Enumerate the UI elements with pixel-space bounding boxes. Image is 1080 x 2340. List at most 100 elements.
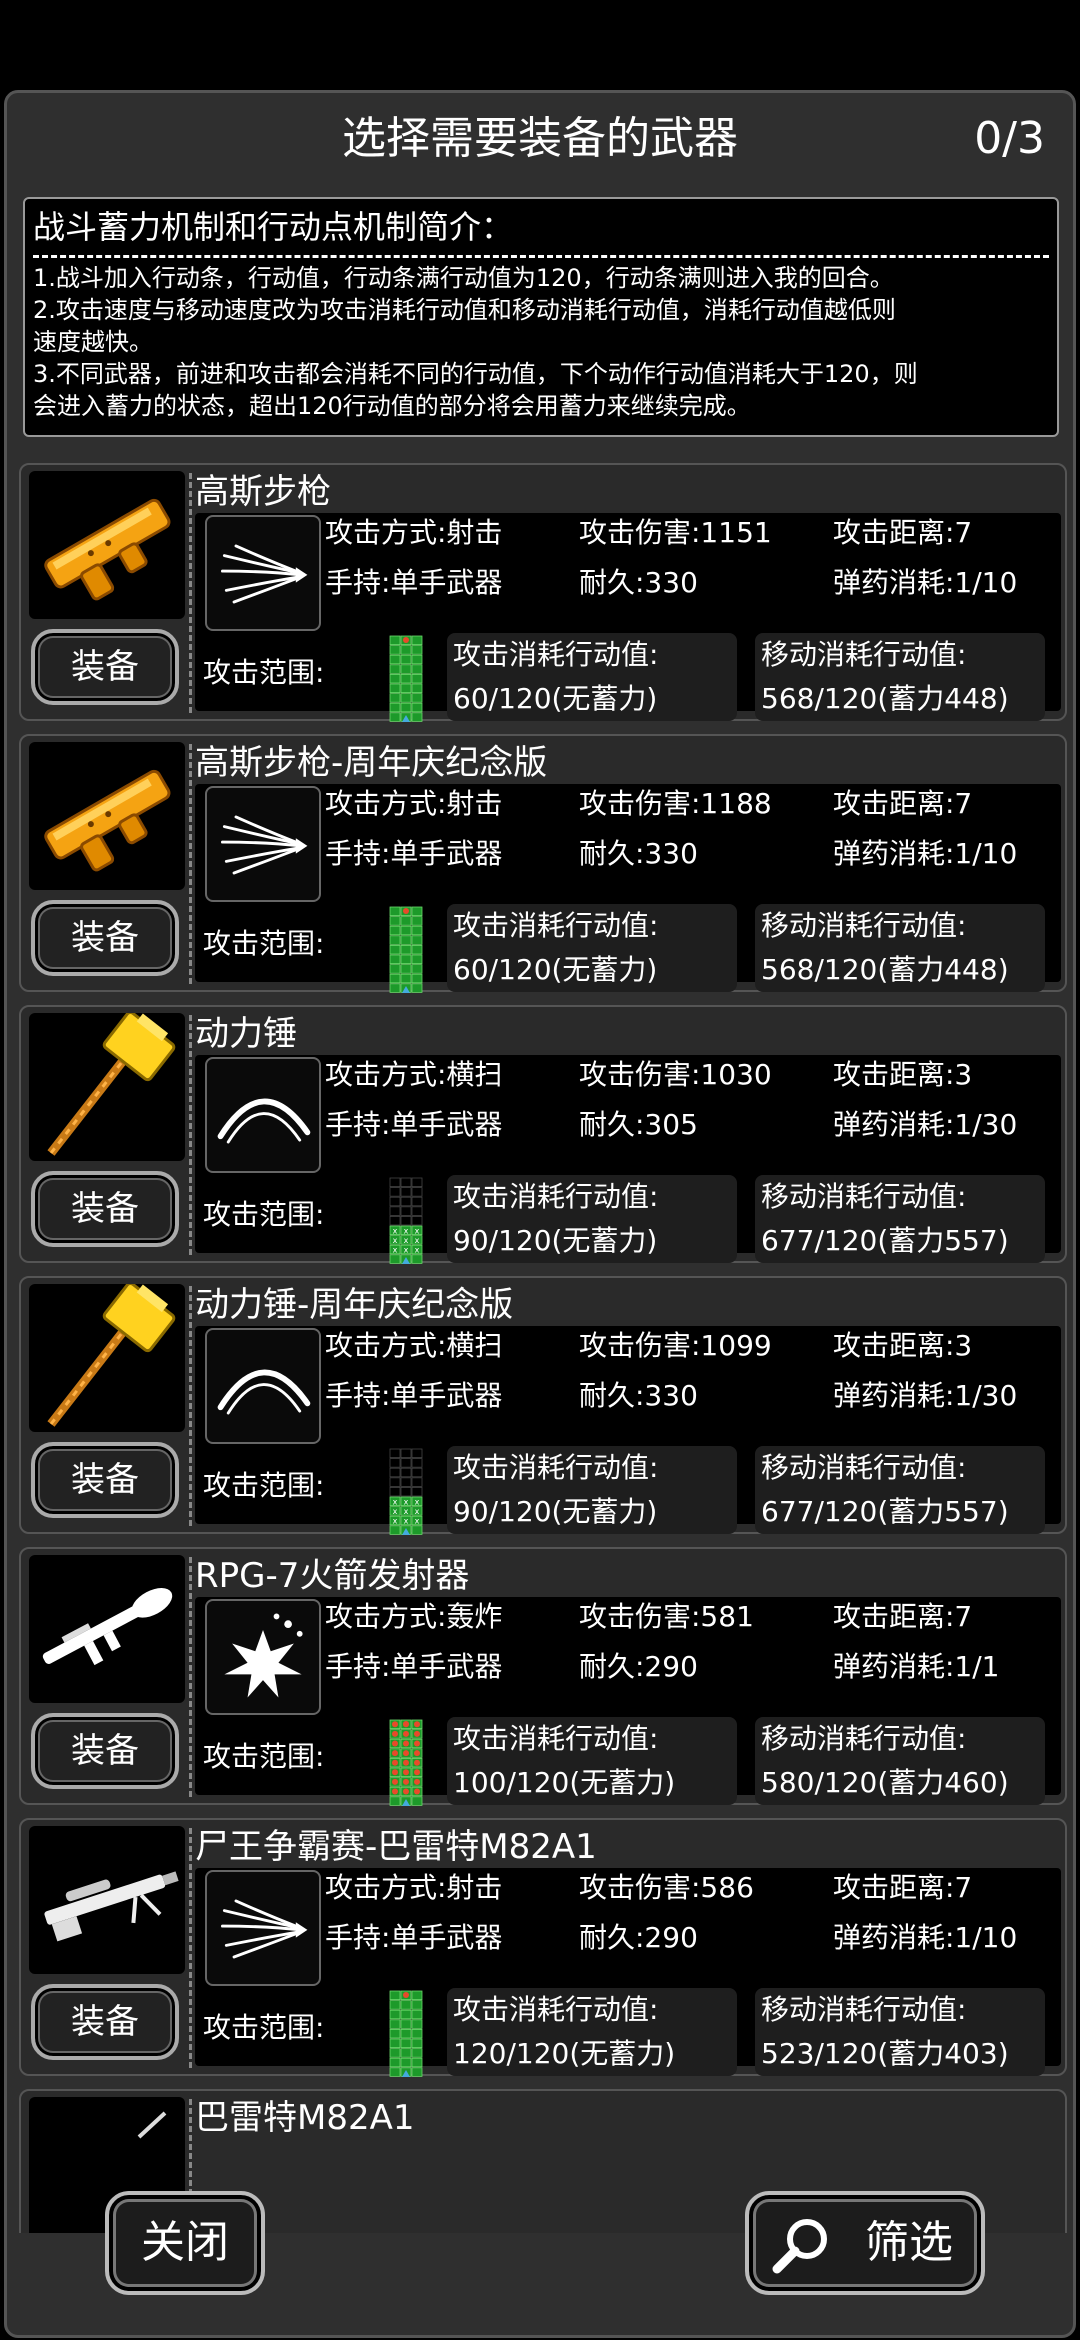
weapon-select-panel: 选择需要装备的武器 0/3 战斗蓄力机制和行动点机制简介： 1.战斗加入行动条，… bbox=[4, 90, 1076, 2338]
svg-text:x: x bbox=[415, 1236, 420, 1245]
weapon-left-col: 装备 bbox=[27, 1281, 187, 1524]
weapon-card[interactable]: 装备 动力锤 攻击方式:横扫 攻击伤害:1030 攻击距离:3 手持:单手武器 … bbox=[19, 1005, 1067, 1264]
weapon-name: 动力锤 bbox=[195, 1014, 297, 1054]
weapon-name: 动力锤-周年庆纪念版 bbox=[195, 1285, 514, 1325]
move-cost-value: 677/120(蓄力557) bbox=[761, 1495, 1009, 1528]
svg-text:x: x bbox=[415, 1227, 420, 1236]
svg-text:x: x bbox=[393, 1236, 398, 1245]
ammo-cost: 弹药消耗:1/10 bbox=[833, 1921, 1018, 1954]
weapon-name: 巴雷特M82A1 bbox=[195, 2098, 415, 2138]
durability: 耐久:290 bbox=[579, 1921, 698, 1954]
card-divider bbox=[189, 744, 192, 984]
attack-cost-value: 60/120(无蓄力) bbox=[453, 953, 658, 986]
attack-damage: 攻击伤害:586 bbox=[579, 1871, 754, 1904]
weapon-card[interactable]: 装备 动力锤-周年庆纪念版 攻击方式:横扫 攻击伤害:1099 攻击距离:3 手… bbox=[19, 1276, 1067, 1536]
attack-cost-label: 攻击消耗行动值: bbox=[453, 1722, 659, 1755]
weapon-image bbox=[29, 1281, 185, 1432]
weapon-list[interactable]: 装备 高斯步枪 攻击方式:射击 攻击伤害:1151 攻击距离:7 手持:单手武器… bbox=[7, 463, 1073, 2233]
svg-text:x: x bbox=[404, 1507, 409, 1516]
weapon-name: RPG-7火箭发射器 bbox=[195, 1556, 470, 1596]
attack-mode: 攻击方式:轰炸 bbox=[325, 1600, 503, 1633]
weapon-stats: 攻击方式:轰炸 攻击伤害:581 攻击距离:7 手持:单手武器 耐久:290 弹… bbox=[195, 1597, 1061, 1806]
svg-text:x: x bbox=[404, 1227, 409, 1236]
equip-button[interactable]: 装备 bbox=[31, 1171, 179, 1247]
equip-button[interactable]: 装备 bbox=[31, 900, 179, 976]
card-divider bbox=[189, 1828, 192, 2068]
attack-damage: 攻击伤害:1188 bbox=[579, 787, 772, 820]
weapon-image bbox=[29, 1826, 185, 1974]
attack-range-label: 攻击范围: bbox=[203, 2011, 325, 2044]
move-cost-value: 568/120(蓄力448) bbox=[761, 682, 1009, 715]
attack-type-icon bbox=[205, 1057, 321, 1173]
weapon-image bbox=[29, 1010, 185, 1161]
weapon-card[interactable]: 装备 高斯步枪-周年庆纪念版 攻击方式:射击 攻击伤害:1188 攻击距离:7 … bbox=[19, 734, 1067, 993]
filter-button[interactable]: 筛选 bbox=[745, 2191, 985, 2295]
move-cost-box: 移动消耗行动值: 568/120(蓄力448) bbox=[755, 904, 1045, 992]
svg-text:x: x bbox=[415, 1498, 420, 1507]
mechanic-intro-box: 战斗蓄力机制和行动点机制简介： 1.战斗加入行动条，行动值，行动条满行动值为12… bbox=[23, 197, 1059, 437]
move-cost-box: 移动消耗行动值: 677/120(蓄力557) bbox=[755, 1175, 1045, 1263]
move-cost-label: 移动消耗行动值: bbox=[761, 1722, 967, 1755]
attack-cost-box: 攻击消耗行动值: 90/120(无蓄力) bbox=[447, 1446, 737, 1534]
durability: 耐久:330 bbox=[579, 566, 698, 599]
weapon-stats: 攻击方式:射击 攻击伤害:586 攻击距离:7 手持:单手武器 耐久:290 弹… bbox=[195, 1868, 1061, 2077]
attack-distance: 攻击距离:3 bbox=[833, 1329, 973, 1362]
move-cost-value: 580/120(蓄力460) bbox=[761, 1766, 1009, 1799]
attack-range-grid bbox=[389, 1990, 423, 2078]
attack-range-label: 攻击范围: bbox=[203, 927, 325, 960]
equip-button[interactable]: 装备 bbox=[31, 1984, 179, 2060]
attack-range-grid: xxxxxxxxx bbox=[389, 1448, 423, 1536]
attack-type-icon bbox=[205, 786, 321, 902]
attack-damage: 攻击伤害:1099 bbox=[579, 1329, 772, 1362]
search-icon bbox=[772, 2219, 827, 2274]
attack-cost-box: 攻击消耗行动值: 60/120(无蓄力) bbox=[447, 633, 737, 721]
close-button[interactable]: 关闭 bbox=[105, 2191, 265, 2295]
hold-type: 手持:单手武器 bbox=[325, 1108, 503, 1141]
equip-button[interactable]: 装备 bbox=[31, 1442, 179, 1518]
svg-text:x: x bbox=[404, 1236, 409, 1245]
hold-type: 手持:单手武器 bbox=[325, 566, 503, 599]
equip-counter: 0/3 bbox=[974, 113, 1045, 164]
durability: 耐久:330 bbox=[579, 1379, 698, 1412]
weapon-card[interactable]: 装备 RPG-7火箭发射器 攻击方式:轰炸 攻击伤害:581 攻击距离:7 手持… bbox=[19, 1547, 1067, 1806]
attack-mode: 攻击方式:横扫 bbox=[325, 1058, 503, 1091]
svg-text:x: x bbox=[404, 1498, 409, 1507]
intro-line: 3.不同武器，前进和攻击都会消耗不同的行动值，下个动作行动值消耗大于120，则 bbox=[33, 360, 918, 388]
weapon-stats: 攻击方式:射击 攻击伤害:1151 攻击距离:7 手持:单手武器 耐久:330 … bbox=[195, 513, 1061, 722]
intro-line: 2.攻击速度与移动速度改为攻击消耗行动值和移动消耗行动值，消耗行动值越低则 bbox=[33, 296, 896, 324]
attack-mode: 攻击方式:射击 bbox=[325, 1871, 503, 1904]
weapon-card[interactable]: 装备 高斯步枪 攻击方式:射击 攻击伤害:1151 攻击距离:7 手持:单手武器… bbox=[19, 463, 1067, 722]
attack-cost-box: 攻击消耗行动值: 60/120(无蓄力) bbox=[447, 904, 737, 992]
attack-range-label: 攻击范围: bbox=[203, 1740, 325, 1773]
attack-distance: 攻击距离:7 bbox=[833, 516, 973, 549]
attack-cost-label: 攻击消耗行动值: bbox=[453, 1451, 659, 1484]
attack-damage: 攻击伤害:1151 bbox=[579, 516, 772, 549]
weapon-name: 高斯步枪 bbox=[195, 472, 331, 512]
svg-text:x: x bbox=[393, 1498, 398, 1507]
ammo-cost: 弹药消耗:1/30 bbox=[833, 1379, 1018, 1412]
weapon-image bbox=[29, 471, 185, 619]
attack-distance: 攻击距离:7 bbox=[833, 787, 973, 820]
equip-button[interactable]: 装备 bbox=[31, 1713, 179, 1789]
attack-mode: 攻击方式:射击 bbox=[325, 516, 503, 549]
move-cost-value: 568/120(蓄力448) bbox=[761, 953, 1009, 986]
move-cost-box: 移动消耗行动值: 580/120(蓄力460) bbox=[755, 1717, 1045, 1805]
attack-damage: 攻击伤害:581 bbox=[579, 1600, 754, 1633]
attack-type-icon bbox=[205, 1328, 321, 1444]
weapon-card[interactable]: 装备 尸王争霸赛-巴雷特M82A1 攻击方式:射击 攻击伤害:586 攻击距离:… bbox=[19, 1818, 1067, 2077]
weapon-name: 尸王争霸赛-巴雷特M82A1 bbox=[195, 1827, 597, 1867]
weapon-name: 高斯步枪-周年庆纪念版 bbox=[195, 743, 548, 783]
card-divider bbox=[189, 1286, 192, 1526]
move-cost-label: 移动消耗行动值: bbox=[761, 1451, 967, 1484]
attack-cost-box: 攻击消耗行动值: 120/120(无蓄力) bbox=[447, 1988, 737, 2076]
weapon-stats: 攻击方式:横扫 攻击伤害:1030 攻击距离:3 手持:单手武器 耐久:305 … bbox=[195, 1055, 1061, 1264]
attack-type-icon bbox=[205, 1870, 321, 1986]
filter-button-label: 筛选 bbox=[865, 2217, 953, 2268]
equip-button[interactable]: 装备 bbox=[31, 629, 179, 705]
attack-cost-value: 90/120(无蓄力) bbox=[453, 1495, 658, 1528]
intro-line: 速度越快。 bbox=[33, 328, 153, 356]
ammo-cost: 弹药消耗:1/10 bbox=[833, 566, 1018, 599]
attack-cost-label: 攻击消耗行动值: bbox=[453, 1180, 659, 1213]
weapon-image bbox=[29, 1555, 185, 1703]
attack-distance: 攻击距离:7 bbox=[833, 1600, 973, 1633]
